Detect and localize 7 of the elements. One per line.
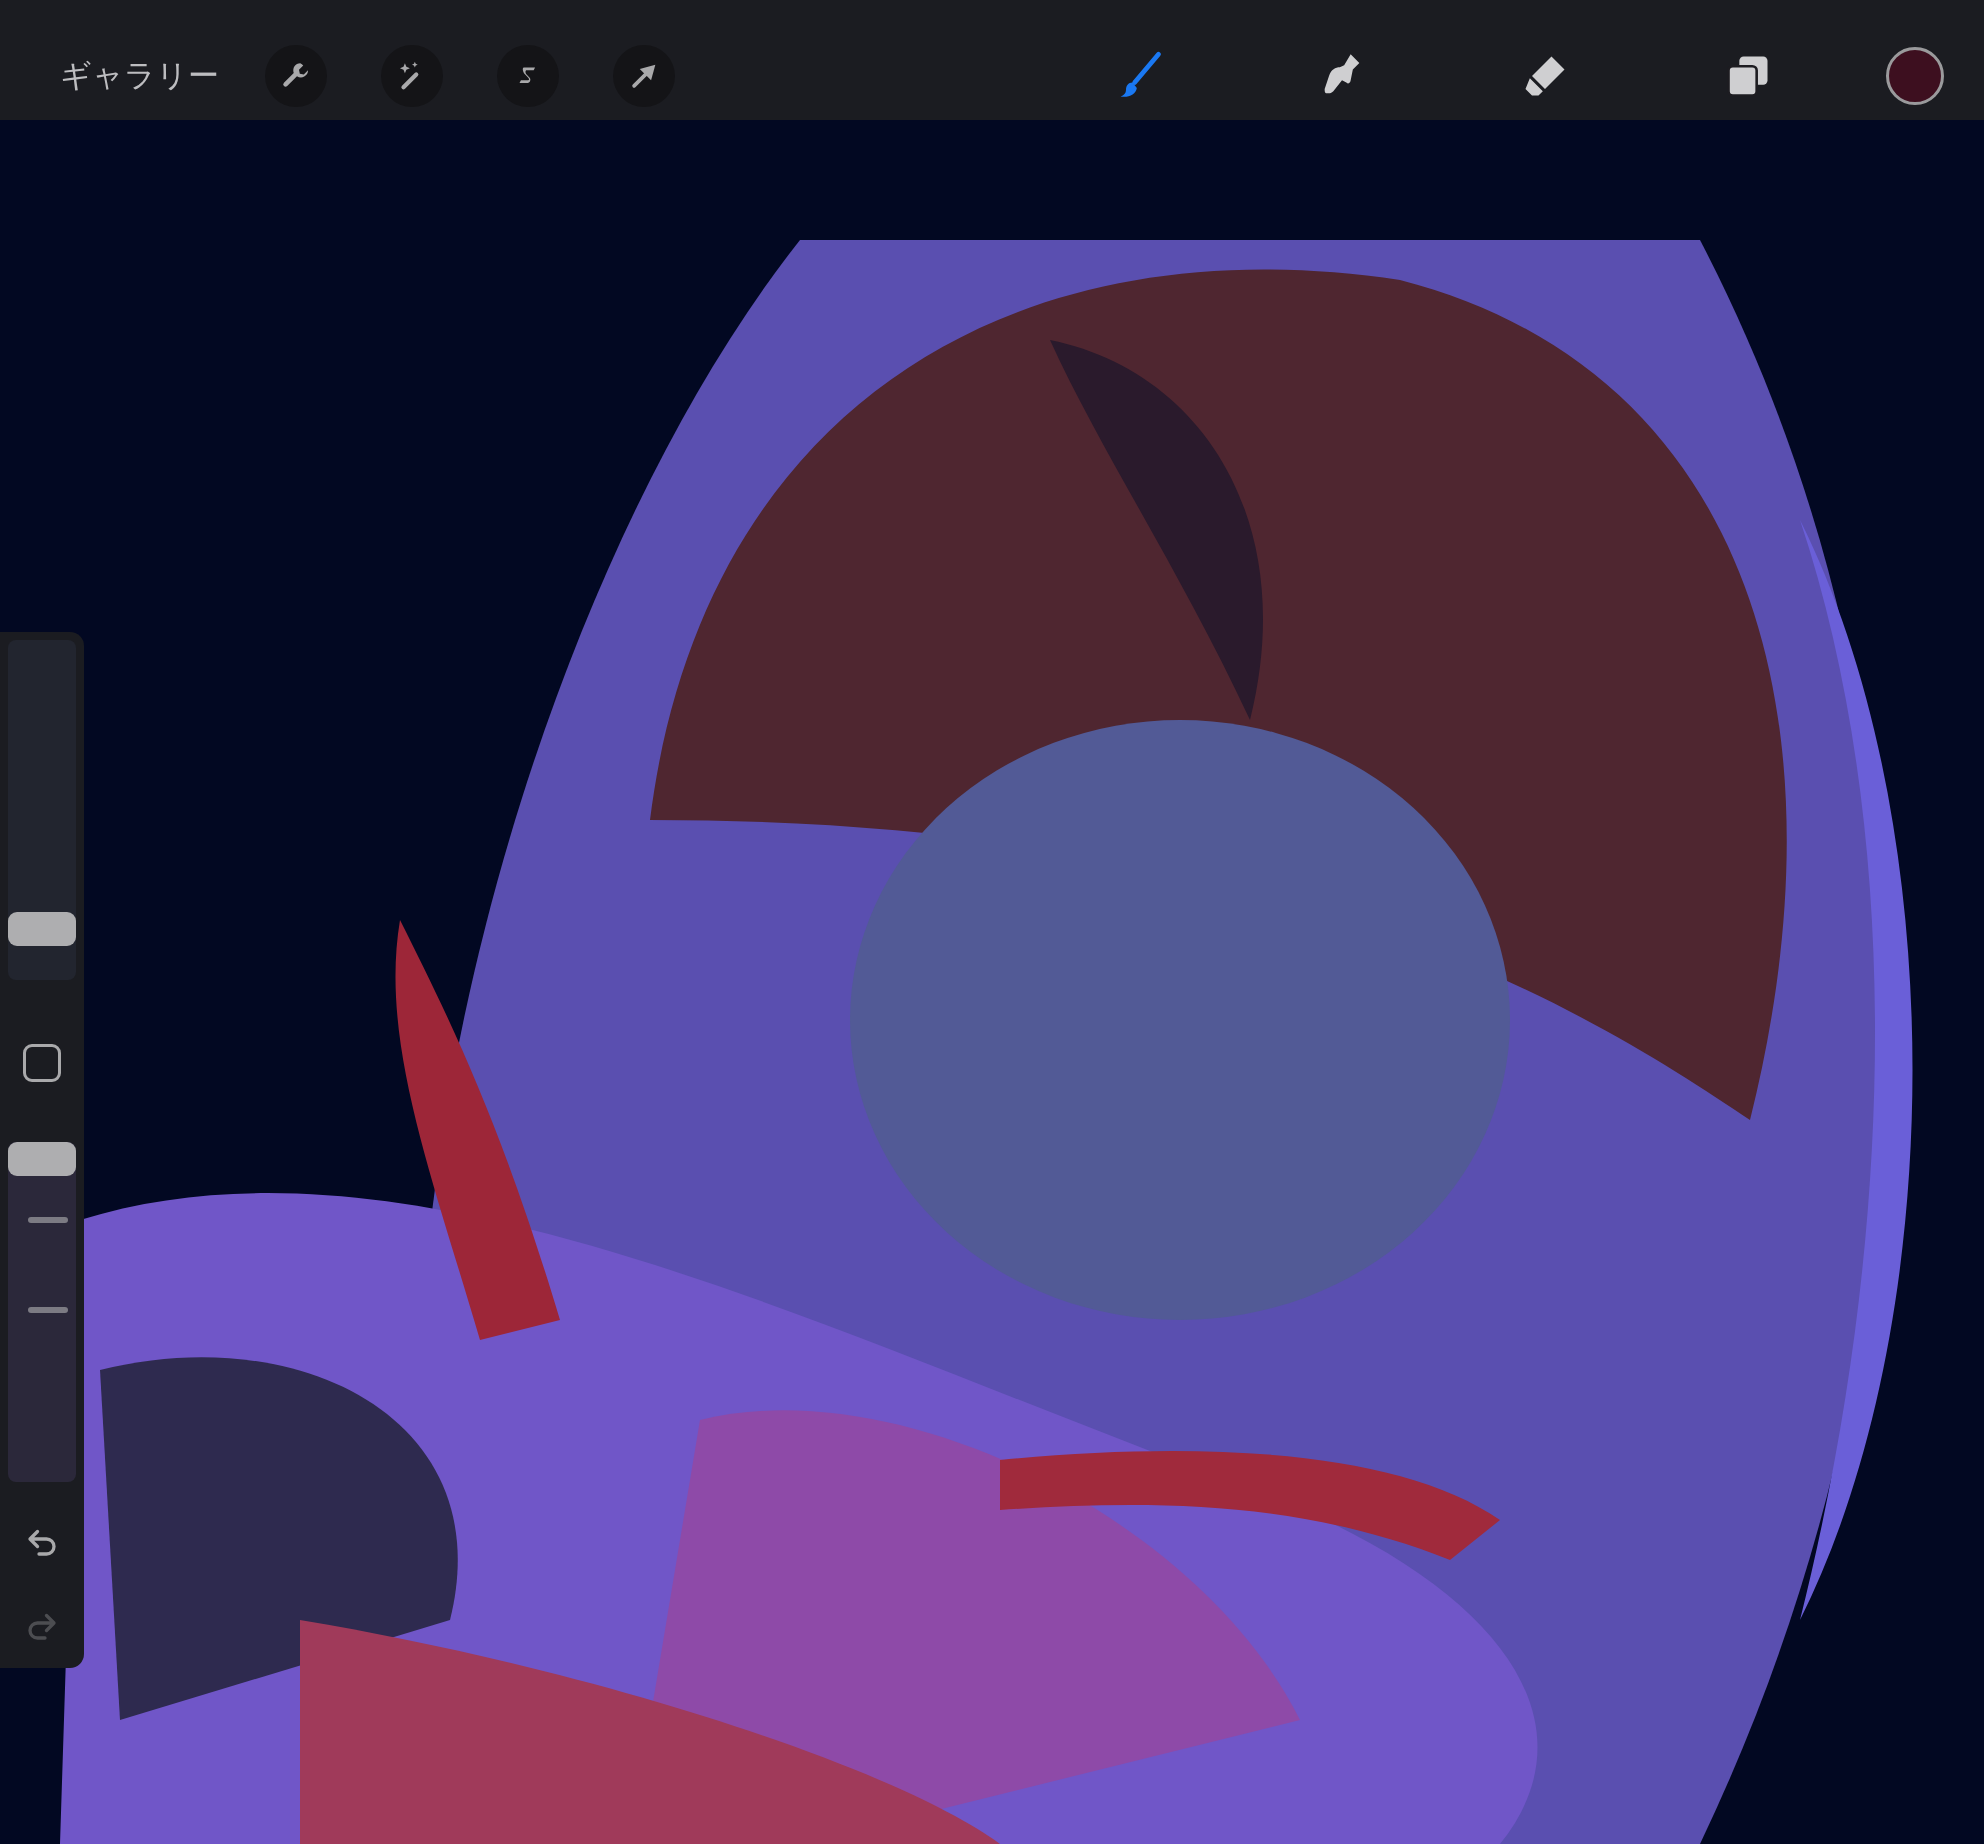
- slider-thumb[interactable]: [8, 912, 76, 946]
- opacity-slider[interactable]: [8, 1142, 76, 1482]
- gallery-button[interactable]: ギャラリー: [50, 49, 229, 103]
- slider-thumb[interactable]: [8, 1142, 76, 1176]
- color-swatch[interactable]: [1886, 47, 1944, 105]
- modify-button[interactable]: [23, 1044, 61, 1082]
- brush-size-slider[interactable]: [8, 640, 76, 980]
